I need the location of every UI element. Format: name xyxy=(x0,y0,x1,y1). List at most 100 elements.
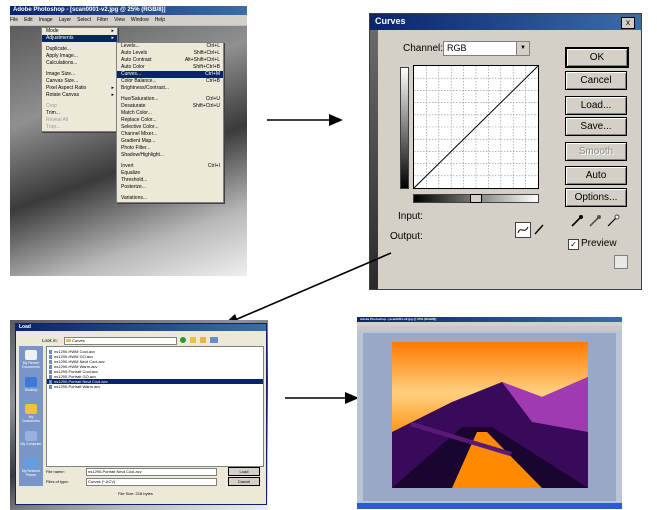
taskbar[interactable] xyxy=(357,503,622,509)
adjustments-menu-item[interactable]: Threshold... xyxy=(117,177,223,184)
back-icon[interactable] xyxy=(180,337,186,343)
adjustments-menu-item-label: Shadow/Highlight... xyxy=(121,152,165,158)
load-confirm-label: Load xyxy=(239,469,249,474)
place-label: Desktop xyxy=(24,388,38,392)
menubar-item[interactable]: Layer xyxy=(59,17,72,23)
adjustments-menu-item[interactable]: Replace Color... xyxy=(117,117,223,124)
options-button[interactable]: Options... xyxy=(565,188,627,207)
menubar-item[interactable]: View xyxy=(114,17,125,23)
adjustments-menu-item-shortcut: Alt+Shift+Ctrl+L xyxy=(184,57,220,63)
image-menu-item[interactable]: Pixel Aspect Ratio ▸ xyxy=(42,85,117,92)
adjustments-menu-item-label: Color Balance... xyxy=(121,78,157,84)
pencil-tool-icon[interactable] xyxy=(532,222,546,236)
image-menu-item[interactable]: Calculations... xyxy=(42,60,117,67)
adjustments-menu-item[interactable]: Auto Levels Shift+Ctrl+L xyxy=(117,50,223,57)
eyedropper-gray-icon[interactable] xyxy=(588,214,602,228)
image-menu-item-label: Trim... xyxy=(46,110,60,116)
new-folder-icon[interactable] xyxy=(200,337,206,343)
resize-grip-icon[interactable] xyxy=(614,255,628,269)
places-item[interactable]: My Recent Documents xyxy=(20,350,42,369)
load-confirm-button[interactable]: Load xyxy=(228,467,260,476)
adjustments-menu-item[interactable]: Channel Mixer... xyxy=(117,131,223,138)
menubar-item[interactable]: Help xyxy=(155,17,165,23)
curve-graph[interactable] xyxy=(413,65,539,189)
load-cancel-button[interactable]: Cancel xyxy=(228,477,260,486)
adjustments-menu-item[interactable]: Brightness/Contrast... xyxy=(117,85,223,92)
adjustments-menu-item[interactable]: Desaturate Shift+Ctrl+U xyxy=(117,103,223,110)
places-item[interactable]: My Network Places xyxy=(20,458,42,477)
adjustments-menu-item[interactable]: Photo Filter... xyxy=(117,145,223,152)
image-menu-item[interactable]: Canvas Size... xyxy=(42,78,117,85)
adjustments-menu-item[interactable]: Hue/Saturation... Ctrl+U xyxy=(117,96,223,103)
image-menu-item[interactable]: Reveal All xyxy=(42,117,117,124)
eyedropper-white-icon[interactable] xyxy=(606,214,620,228)
places-item[interactable]: Desktop xyxy=(20,377,42,392)
look-in-select[interactable]: Curves xyxy=(64,337,177,345)
image-menu-item[interactable]: Trim... xyxy=(42,110,117,117)
cancel-button-label: Cancel xyxy=(580,75,612,86)
adjustments-menu-item[interactable]: Curves... Ctrl+M xyxy=(117,71,223,78)
image-menu-item[interactable]: Duplicate... xyxy=(42,46,117,53)
ok-button[interactable]: OK xyxy=(565,47,629,68)
eyedropper-black-icon[interactable] xyxy=(570,214,584,228)
file-list[interactable]: ns1290-HWM Cool.acv ns1290-HWM GO.acv ns12… xyxy=(46,346,264,467)
result-window: Adobe Photoshop - [scan0001-v2.jpg @ 25%… xyxy=(357,317,622,509)
image-menu-item[interactable]: Trap... xyxy=(42,124,117,131)
image-menu-item-label: Pixel Aspect Ratio xyxy=(46,85,87,91)
toolbar-icons[interactable] xyxy=(180,337,230,344)
places-item[interactable]: My Documents xyxy=(20,404,42,423)
auto-button[interactable]: Auto xyxy=(565,166,627,185)
image-menu-item[interactable]: Image Size... xyxy=(42,71,117,78)
menubar-item[interactable]: Select xyxy=(77,17,91,23)
curve-tool-button[interactable] xyxy=(515,222,531,238)
adjustments-menu-item[interactable]: Equalize xyxy=(117,170,223,177)
preview-checkbox[interactable]: ✓ xyxy=(568,239,579,250)
adjustments-menu-item[interactable]: Variations... xyxy=(117,195,223,202)
adjustments-menu-item[interactable]: Match Color... xyxy=(117,110,223,117)
auto-button-label: Auto xyxy=(585,170,607,181)
adjustments-menu-item[interactable]: Auto Contrast Alt+Shift+Ctrl+L xyxy=(117,57,223,64)
channel-value: RGB xyxy=(447,43,467,53)
image-menu-item[interactable]: Apply Image... xyxy=(42,53,117,60)
adjustments-menu-item[interactable]: Gradient Map... xyxy=(117,138,223,145)
views-icon[interactable] xyxy=(210,337,218,343)
up-folder-icon[interactable] xyxy=(190,337,196,343)
menubar-item[interactable]: File xyxy=(10,17,18,23)
file-icon xyxy=(49,384,52,389)
close-button[interactable]: x xyxy=(621,17,635,29)
file-type-select[interactable]: Curves (*.ACV) xyxy=(86,478,217,486)
adjustments-menu-item-label: Auto Color xyxy=(121,64,145,70)
menubar-item[interactable]: Window xyxy=(131,17,149,23)
menubar-item[interactable]: Edit xyxy=(24,17,33,23)
file-name: ns1290-Portrait Warm.acv xyxy=(54,384,101,389)
cancel-button[interactable]: Cancel xyxy=(565,71,627,90)
file-name-input[interactable]: ns1290-Portrait Neut Cool.acv xyxy=(86,468,217,476)
load-dialog: Load Look in: Curves My Recent Documents… xyxy=(10,320,268,510)
channel-select[interactable]: RGB ▼ xyxy=(443,41,530,56)
adjustments-menu-item[interactable]: Color Balance... Ctrl+B xyxy=(117,78,223,85)
smooth-button-label: Smooth xyxy=(578,146,614,157)
image-menu-item[interactable]: Crop xyxy=(42,103,117,110)
expand-icon[interactable] xyxy=(470,194,482,203)
menubar-item[interactable]: Image xyxy=(39,17,53,23)
adjustments-menu-item[interactable]: Selective Color... xyxy=(117,124,223,131)
adjustments-menu-item[interactable]: Invert Ctrl+I xyxy=(117,163,223,170)
adjustments-menu-item-label: Channel Mixer... xyxy=(121,131,158,137)
file-list-item[interactable]: ns1290-Portrait Warm.acv xyxy=(47,384,263,389)
load-button[interactable]: Load... xyxy=(565,96,627,115)
adjustments-menu-item[interactable]: Auto Color Shift+Ctrl+B xyxy=(117,64,223,71)
save-button[interactable]: Save... xyxy=(565,117,627,136)
image-menu-item[interactable]: Rotate Canvas ▸ xyxy=(42,92,117,99)
adjustments-menu-item-label: Variations... xyxy=(121,195,148,201)
image-menu-item[interactable]: Mode ▸ xyxy=(42,28,117,35)
adjustments-menu-item[interactable]: Shadow/Highlight... xyxy=(117,152,223,159)
load-button-label: Load... xyxy=(580,100,612,111)
places-item[interactable]: My Computer xyxy=(20,431,42,446)
file-name-label: File name: xyxy=(46,469,65,474)
result-options-bar xyxy=(357,326,622,331)
menubar-item[interactable]: Filter xyxy=(97,17,108,23)
adjustments-menu-item[interactable]: Posterize... xyxy=(117,184,223,191)
adjustments-menu-item[interactable]: Levels... Ctrl+L xyxy=(117,43,223,50)
image-menu-item[interactable]: Adjustments ▸ xyxy=(42,35,117,42)
adjustments-menu-item-shortcut: Ctrl+B xyxy=(205,78,220,84)
